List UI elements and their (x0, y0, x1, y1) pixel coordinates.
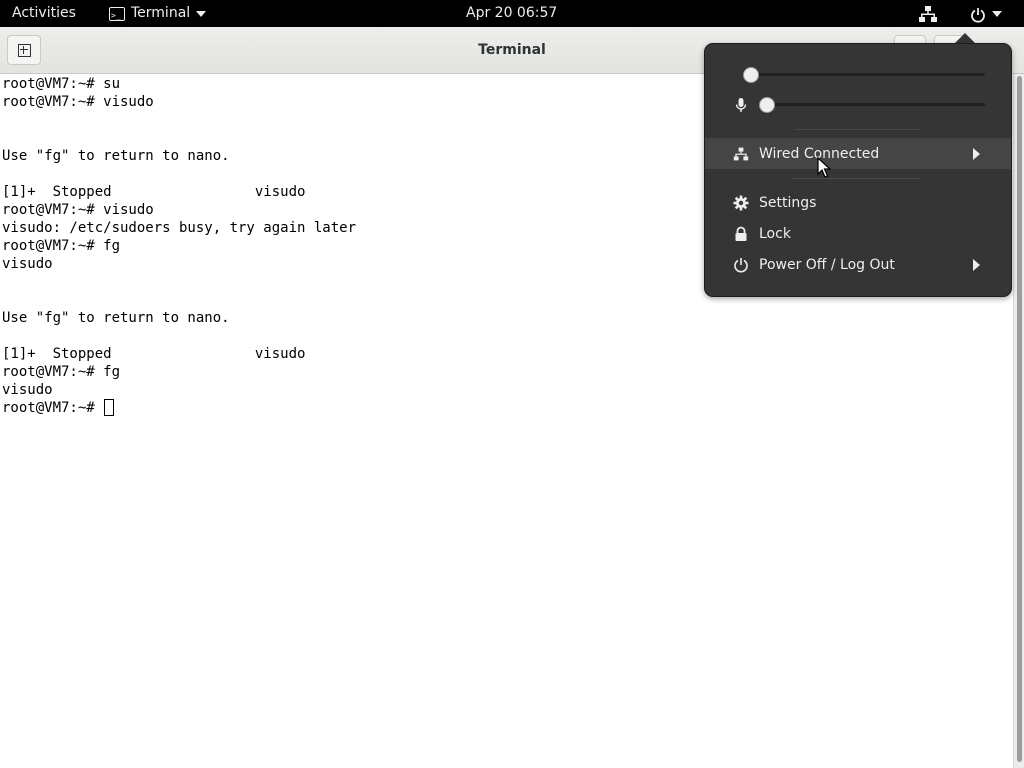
mouse-pointer-icon (817, 156, 832, 179)
microphone-icon (734, 97, 748, 117)
chevron-down-icon (992, 10, 1002, 17)
app-menu-label: Terminal (131, 5, 191, 21)
network-wired-icon[interactable] (918, 5, 938, 23)
chevron-down-icon (196, 10, 207, 17)
power-icon (732, 256, 750, 274)
power-off-item[interactable]: Power Off / Log Out (705, 249, 1011, 280)
gear-icon (732, 194, 750, 212)
system-menu-button[interactable] (970, 0, 1002, 27)
scrollbar[interactable] (1013, 74, 1024, 768)
terminal-line: root@VM7:~# fg (2, 364, 121, 380)
settings-label: Settings (759, 194, 817, 211)
power-icon (970, 0, 986, 27)
terminal-prompt: root@VM7:~# (2, 400, 104, 416)
lock-icon (732, 225, 750, 243)
system-menu: Wired Connected Settings Lock Power Off … (704, 43, 1012, 297)
settings-item[interactable]: Settings (705, 187, 1011, 218)
top-bar: Activities Terminal Apr 20 06:57 (0, 0, 1024, 29)
menu-separator (795, 129, 921, 130)
volume-slider-knob[interactable] (743, 67, 759, 83)
microphone-slider[interactable] (767, 103, 985, 106)
lock-item[interactable]: Lock (705, 218, 1011, 249)
terminal-line: visudo (2, 382, 53, 398)
chevron-right-icon (973, 147, 980, 160)
network-wired-icon (732, 145, 750, 163)
scrollbar-thumb[interactable] (1017, 76, 1022, 762)
power-off-label: Power Off / Log Out (759, 256, 895, 273)
menu-separator (791, 178, 921, 179)
app-menu-button[interactable]: Terminal (109, 0, 207, 29)
clock[interactable]: Apr 20 06:57 (466, 0, 557, 27)
terminal-icon (109, 2, 125, 29)
microphone-slider-knob[interactable] (759, 97, 775, 113)
volume-slider[interactable] (751, 73, 985, 76)
terminal-line: Use "fg" to return to nano. (2, 310, 230, 326)
terminal-prompt-line: root@VM7:~# (2, 399, 1011, 417)
lock-label: Lock (759, 225, 791, 242)
text-cursor (104, 399, 115, 416)
terminal-line: [1]+ Stopped visudo (2, 346, 306, 362)
chevron-right-icon (973, 258, 980, 271)
activities-button[interactable]: Activities (12, 0, 76, 27)
wired-connection-item[interactable]: Wired Connected (705, 138, 1011, 169)
